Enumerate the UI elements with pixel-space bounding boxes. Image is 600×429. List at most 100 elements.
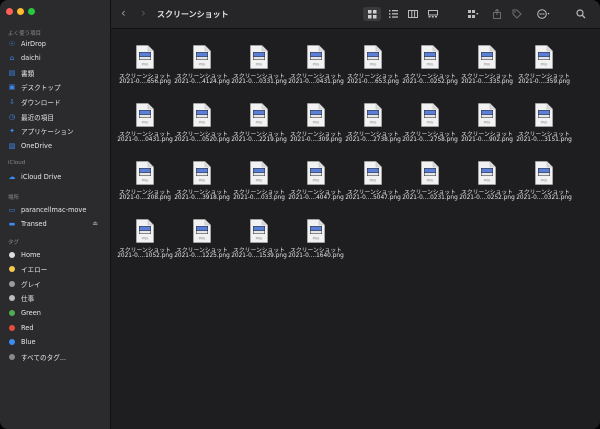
sidebar-item-favorite-3[interactable]: ▣ デスクトップ — [0, 81, 108, 94]
file-name-line2: 2021-0....3151.png — [516, 137, 572, 143]
file-item[interactable]: PNG スクリーンショット 2021-0....3918.png — [170, 153, 234, 205]
sidebar-item-tag-3[interactable]: 仕事 — [0, 292, 108, 305]
file-item[interactable]: PNG スクリーンショット 2021-0....208.png — [113, 153, 177, 205]
desktop-icon: ▣ — [8, 83, 16, 92]
file-item[interactable]: PNG スクリーンショット 2021-0....309.png — [284, 95, 348, 147]
png-badge: PNG — [427, 121, 434, 125]
file-item[interactable]: PNG スクリーンショット 2021-0....335.png — [455, 37, 519, 89]
png-file-icon: PNG — [535, 161, 553, 185]
png-file-icon: PNG — [364, 45, 382, 69]
file-item[interactable]: PNG スクリーンショット 2021-0....1539.png — [227, 211, 291, 263]
file-item[interactable]: PNG スクリーンショット 2021-0....656.png — [113, 37, 177, 89]
sidebar-item-location-1[interactable]: ▬ Transed ⏏ — [0, 217, 108, 230]
png-badge: PNG — [199, 121, 206, 125]
more-actions-button[interactable] — [535, 7, 553, 21]
icon-view-button[interactable] — [363, 7, 381, 21]
file-item[interactable]: PNG スクリーンショット 2021-0....0431.png — [113, 95, 177, 147]
sidebar-item-tag-4[interactable]: Green — [0, 306, 108, 319]
png-file-icon: PNG — [136, 161, 154, 185]
file-item[interactable]: PNG スクリーンショット 2021-0....2738.png — [341, 95, 405, 147]
toolbar: ‹ › スクリーンショット — [111, 0, 600, 29]
sidebar-item-favorite-5[interactable]: ◷ 最近の項目 — [0, 110, 108, 123]
file-item[interactable]: PNG スクリーンショット 2021-0....3151.png — [512, 95, 576, 147]
column-view-button[interactable] — [405, 7, 421, 21]
file-item[interactable]: PNG スクリーンショット 2021-0....4047.png — [284, 153, 348, 205]
sidebar-item-label: iCloud Drive — [21, 172, 62, 181]
file-item[interactable]: PNG スクリーンショット 2021-0....4124.png — [170, 37, 234, 89]
gallery-icon — [428, 10, 438, 18]
sidebar-item-label: グレイ — [21, 280, 41, 289]
sidebar-item-icloud-drive[interactable]: ☁ iCloud Drive — [0, 170, 108, 183]
sidebar-item-location-0[interactable]: ▭ parancellmac-move — [0, 203, 108, 216]
png-file-icon: PNG — [307, 45, 325, 69]
file-item[interactable]: PNG スクリーンショット 2021-0....2219.png — [227, 95, 291, 147]
favorites-section-title: よく使う項目 — [8, 31, 42, 37]
png-badge: PNG — [199, 237, 206, 241]
file-item[interactable]: PNG スクリーンショット 2021-0....1640.png — [284, 211, 348, 263]
group-button[interactable] — [463, 7, 483, 21]
file-name-line2: 2021-0....3918.png — [174, 195, 230, 201]
sidebar-item-label: Green — [21, 308, 41, 317]
sidebar-item-favorite-6[interactable]: ✦ アプリケーション — [0, 125, 108, 138]
chevron-left-icon[interactable]: ‹ — [121, 6, 126, 20]
chevron-right-icon[interactable]: › — [141, 6, 146, 20]
sidebar-item-favorite-4[interactable]: ⇩ ダウンロード — [0, 95, 108, 108]
minimize-button[interactable] — [17, 8, 24, 15]
eject-icon[interactable]: ⏏ — [92, 220, 98, 227]
sidebar-item-tag-0[interactable]: Home — [0, 248, 108, 261]
file-item[interactable]: PNG スクリーンショット 2021-0....359.png — [512, 37, 576, 89]
tag-color-dot — [8, 339, 16, 346]
file-item[interactable]: PNG スクリーンショット 2021-0....1052.png — [113, 211, 177, 263]
sidebar-item-favorite-0[interactable]: ☉ AirDrop — [0, 37, 108, 50]
window-controls — [6, 8, 35, 15]
file-name-line2: 2021-0....1539.png — [231, 253, 287, 259]
zoom-button[interactable] — [28, 8, 35, 15]
close-button[interactable] — [6, 8, 13, 15]
list-view-button[interactable] — [385, 7, 401, 21]
sidebar-item-favorite-2[interactable]: ▤ 書類 — [0, 66, 108, 79]
sidebar-item-label: アプリケーション — [21, 128, 74, 137]
download-icon: ⇩ — [9, 97, 15, 106]
file-item[interactable]: PNG スクリーンショット 2021-0....0252.png — [398, 37, 462, 89]
share-icon[interactable] — [491, 7, 503, 21]
file-item[interactable]: PNG スクリーンショット 2021-0....033.png — [227, 153, 291, 205]
png-badge: PNG — [427, 179, 434, 183]
png-file-icon: PNG — [136, 103, 154, 127]
file-name-line2: 2021-0....0431.png — [117, 137, 173, 143]
file-item[interactable]: PNG スクリーンショット 2021-0....0252.png — [455, 153, 519, 205]
file-item[interactable]: PNG スクリーンショット 2021-0....0321.png — [512, 153, 576, 205]
png-badge: PNG — [541, 179, 548, 183]
gallery-view-button[interactable] — [425, 7, 441, 21]
png-file-icon: PNG — [250, 161, 268, 185]
file-item[interactable]: PNG スクリーンショット 2021-0....1225.png — [170, 211, 234, 263]
sidebar-item-tag-6[interactable]: Blue — [0, 336, 108, 349]
sidebar-item-tag-5[interactable]: Red — [0, 321, 108, 334]
png-file-icon: PNG — [193, 161, 211, 185]
file-item[interactable]: PNG スクリーンショット 2021-0....5047.png — [341, 153, 405, 205]
sidebar-item-tag-2[interactable]: グレイ — [0, 277, 108, 290]
png-badge: PNG — [484, 179, 491, 183]
file-item[interactable]: PNG スクリーンショット 2021-0....0331.png — [227, 37, 291, 89]
file-item[interactable]: PNG スクリーンショット 2021-0....0431.png — [284, 37, 348, 89]
list-icon — [388, 10, 398, 18]
png-file-icon: PNG — [136, 45, 154, 69]
sidebar-item-tag-1[interactable]: イエロー — [0, 263, 108, 276]
sidebar-item-favorite-7[interactable]: ▧ OneDrive — [0, 139, 108, 152]
file-item[interactable]: PNG スクリーンショット 2021-0....0231.png — [398, 153, 462, 205]
file-item[interactable]: PNG スクリーンショット 2021-0....902.png — [455, 95, 519, 147]
sidebar-item-tag-7[interactable]: すべてのタグ... — [0, 350, 108, 363]
png-file-icon: PNG — [535, 45, 553, 69]
tag-color-dot — [8, 324, 16, 331]
file-name-line2: 2021-0....0252.png — [459, 195, 515, 201]
file-item[interactable]: PNG スクリーンショット 2021-0....653.png — [341, 37, 405, 89]
folder-icon: ▧ — [8, 141, 16, 150]
file-item[interactable]: PNG スクリーンショット 2021-0....0520.png — [170, 95, 234, 147]
sidebar-item-favorite-1[interactable]: ⌂ daichi — [0, 52, 108, 65]
tag-icon[interactable] — [511, 7, 523, 21]
document-icon: ▤ — [8, 68, 16, 77]
png-badge: PNG — [199, 63, 206, 67]
search-icon[interactable] — [575, 7, 587, 21]
file-item[interactable]: PNG スクリーンショット 2021-0....2758.png — [398, 95, 462, 147]
png-file-icon: PNG — [364, 103, 382, 127]
png-badge: PNG — [199, 179, 206, 183]
